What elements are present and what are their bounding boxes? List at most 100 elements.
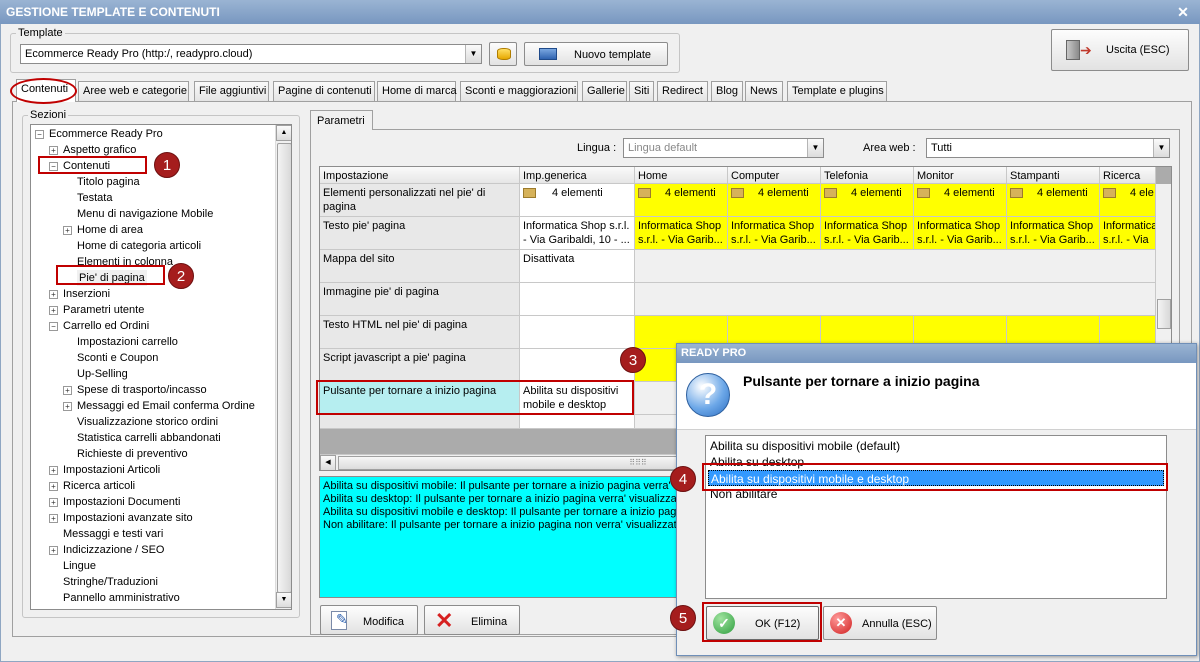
- expand-icon[interactable]: +: [49, 146, 58, 155]
- expand-icon[interactable]: +: [49, 482, 58, 491]
- tab-siti[interactable]: Siti: [629, 81, 654, 101]
- tree-item[interactable]: Indicizzazione / SEO: [63, 542, 165, 558]
- expand-icon[interactable]: +: [63, 386, 72, 395]
- column-header[interactable]: Ricerca Co: [1100, 167, 1156, 184]
- tab-home-marca[interactable]: Home di marca: [377, 81, 457, 101]
- tab-parametri[interactable]: Parametri: [310, 110, 373, 130]
- option-item[interactable]: Abilita su dispositivi mobile (default): [708, 438, 1164, 454]
- tab-template-plugins[interactable]: Template e plugins: [787, 81, 887, 101]
- area-select[interactable]: Tutti ▼: [926, 138, 1170, 158]
- tree-item[interactable]: Parametri utente: [63, 302, 144, 318]
- area-value-cell[interactable]: Informatica Shop s.r.l. - Via Garib...: [914, 217, 1007, 250]
- area-value-cell[interactable]: Informatica Shop s.r.l. - Via Garib...: [821, 217, 914, 250]
- generic-value-cell[interactable]: [520, 283, 635, 316]
- column-header[interactable]: Imp.generica: [520, 167, 635, 184]
- open-template-button[interactable]: [489, 42, 517, 66]
- area-value-cell[interactable]: Informatica Shop s.r.l. - Via Garib...: [728, 217, 821, 250]
- tree-item[interactable]: Carrello ed Ordini: [63, 318, 149, 334]
- area-value-cell[interactable]: Informatica Shop s.r.l. - Via Garib...: [635, 217, 728, 250]
- tree-item[interactable]: Impostazioni avanzate sito: [63, 510, 193, 526]
- column-header[interactable]: Telefonia: [821, 167, 914, 184]
- row-name[interactable]: Script javascript a pie' pagina: [320, 349, 520, 382]
- expand-icon[interactable]: +: [49, 498, 58, 507]
- tab-file-aggiuntivi[interactable]: File aggiuntivi: [194, 81, 269, 101]
- tree-item[interactable]: Pannello amministrativo: [63, 590, 180, 606]
- tree-item[interactable]: Home di categoria articoli: [77, 238, 201, 254]
- tree-item[interactable]: Menu di navigazione Mobile: [77, 206, 213, 222]
- expand-icon[interactable]: +: [49, 466, 58, 475]
- column-header[interactable]: Computer: [728, 167, 821, 184]
- collapse-icon[interactable]: −: [49, 322, 58, 331]
- edit-button[interactable]: ✎ Modifica: [320, 605, 418, 635]
- column-header[interactable]: Home: [635, 167, 728, 184]
- tree-item[interactable]: Testata: [77, 190, 112, 206]
- cancel-button[interactable]: ✕ Annulla (ESC): [823, 606, 937, 640]
- tree-item[interactable]: Richieste di preventivo: [77, 446, 188, 462]
- tree-item[interactable]: Lingue: [63, 558, 96, 574]
- tab-gallerie[interactable]: Gallerie: [582, 81, 627, 101]
- scroll-down-icon[interactable]: ▼: [276, 592, 291, 608]
- column-header[interactable]: Monitor: [914, 167, 1007, 184]
- row-name[interactable]: [320, 415, 520, 429]
- area-value-cell[interactable]: Informatica s.r.l. - Via: [1100, 217, 1156, 250]
- tree-item[interactable]: Up-Selling: [77, 366, 128, 382]
- generic-value-cell[interactable]: [520, 415, 635, 429]
- row-name[interactable]: Mappa del sito: [320, 250, 520, 283]
- expand-icon[interactable]: +: [63, 402, 72, 411]
- area-value-cell[interactable]: Informatica Shop s.r.l. - Via Garib...: [1007, 217, 1100, 250]
- generic-value-cell[interactable]: [520, 349, 635, 382]
- area-value-cell[interactable]: 4 elementi: [635, 184, 728, 217]
- tab-redirect[interactable]: Redirect: [657, 81, 708, 101]
- tree-item[interactable]: Statistica carrelli abbandonati: [77, 430, 221, 446]
- tree-item[interactable]: Spese di trasporto/incasso: [77, 382, 207, 398]
- tab-blog[interactable]: Blog: [711, 81, 743, 101]
- scroll-thumb[interactable]: [1157, 299, 1171, 329]
- chevron-down-icon[interactable]: ▼: [807, 139, 823, 157]
- language-select[interactable]: Lingua default ▼: [623, 138, 824, 158]
- exit-button[interactable]: ➔ Uscita (ESC): [1051, 29, 1189, 71]
- row-name[interactable]: Testo HTML nel pie' di pagina: [320, 316, 520, 349]
- tree-item[interactable]: Visualizzazione storico ordini: [77, 414, 218, 430]
- row-name[interactable]: Elementi personalizzati nel pie' di pagi…: [320, 184, 520, 217]
- scroll-thumb[interactable]: [277, 143, 291, 593]
- tab-sconti[interactable]: Sconti e maggiorazioni: [460, 81, 578, 101]
- expand-icon[interactable]: +: [49, 306, 58, 315]
- column-header[interactable]: Impostazione: [320, 167, 520, 184]
- area-value-cell[interactable]: 4 elementi: [914, 184, 1007, 217]
- generic-value-cell[interactable]: Informatica Shop s.r.l. - Via Garibaldi,…: [520, 217, 635, 250]
- options-list[interactable]: Abilita su dispositivi mobile (default) …: [705, 435, 1167, 599]
- row-name[interactable]: Immagine pie' di pagina: [320, 283, 520, 316]
- tree-item[interactable]: Moduli: attività generiche: [63, 606, 185, 609]
- scroll-left-icon[interactable]: ◀: [320, 455, 336, 470]
- area-value-cell[interactable]: 4 elementi: [728, 184, 821, 217]
- tree-item[interactable]: Impostazioni carrello: [77, 334, 178, 350]
- column-header[interactable]: Stampanti: [1007, 167, 1100, 184]
- tab-aree-web[interactable]: Aree web e categorie: [78, 81, 189, 101]
- tree-item[interactable]: Messaggi e testi vari: [63, 526, 163, 542]
- chevron-down-icon[interactable]: ▼: [1153, 139, 1169, 157]
- sections-tree[interactable]: − Ecommerce Ready Pro + Aspetto grafico − Con…: [30, 124, 292, 610]
- delete-button[interactable]: ✕ Elimina: [424, 605, 520, 635]
- expand-icon[interactable]: +: [49, 514, 58, 523]
- tree-item[interactable]: Inserzioni: [63, 286, 110, 302]
- area-value-cell[interactable]: 4 ele: [1100, 184, 1156, 217]
- tree-scrollbar[interactable]: ▲ ▼: [275, 125, 291, 609]
- tree-item[interactable]: Stringhe/Traduzioni: [63, 574, 158, 590]
- tab-news[interactable]: News: [745, 81, 783, 101]
- tree-item[interactable]: Messaggi ed Email conferma Ordine: [77, 398, 255, 414]
- tree-item[interactable]: Impostazioni Documenti: [63, 494, 180, 510]
- expand-icon[interactable]: +: [49, 290, 58, 299]
- template-select[interactable]: Ecommerce Ready Pro (http:/, readypro.cl…: [20, 44, 482, 64]
- tree-item[interactable]: Ricerca articoli: [63, 478, 135, 494]
- generic-value-cell[interactable]: Disattivata: [520, 250, 635, 283]
- tab-pagine-contenuti[interactable]: Pagine di contenuti: [273, 81, 375, 101]
- row-name[interactable]: Testo pie' pagina: [320, 217, 520, 250]
- expand-icon[interactable]: +: [49, 546, 58, 555]
- tree-item[interactable]: Home di area: [77, 222, 143, 238]
- generic-value-cell[interactable]: [520, 316, 635, 349]
- tree-item[interactable]: Sconti e Coupon: [77, 350, 158, 366]
- tree-item[interactable]: Titolo pagina: [77, 174, 140, 190]
- area-value-cell[interactable]: [635, 283, 1156, 316]
- expand-icon[interactable]: +: [63, 226, 72, 235]
- area-value-cell[interactable]: 4 elementi: [821, 184, 914, 217]
